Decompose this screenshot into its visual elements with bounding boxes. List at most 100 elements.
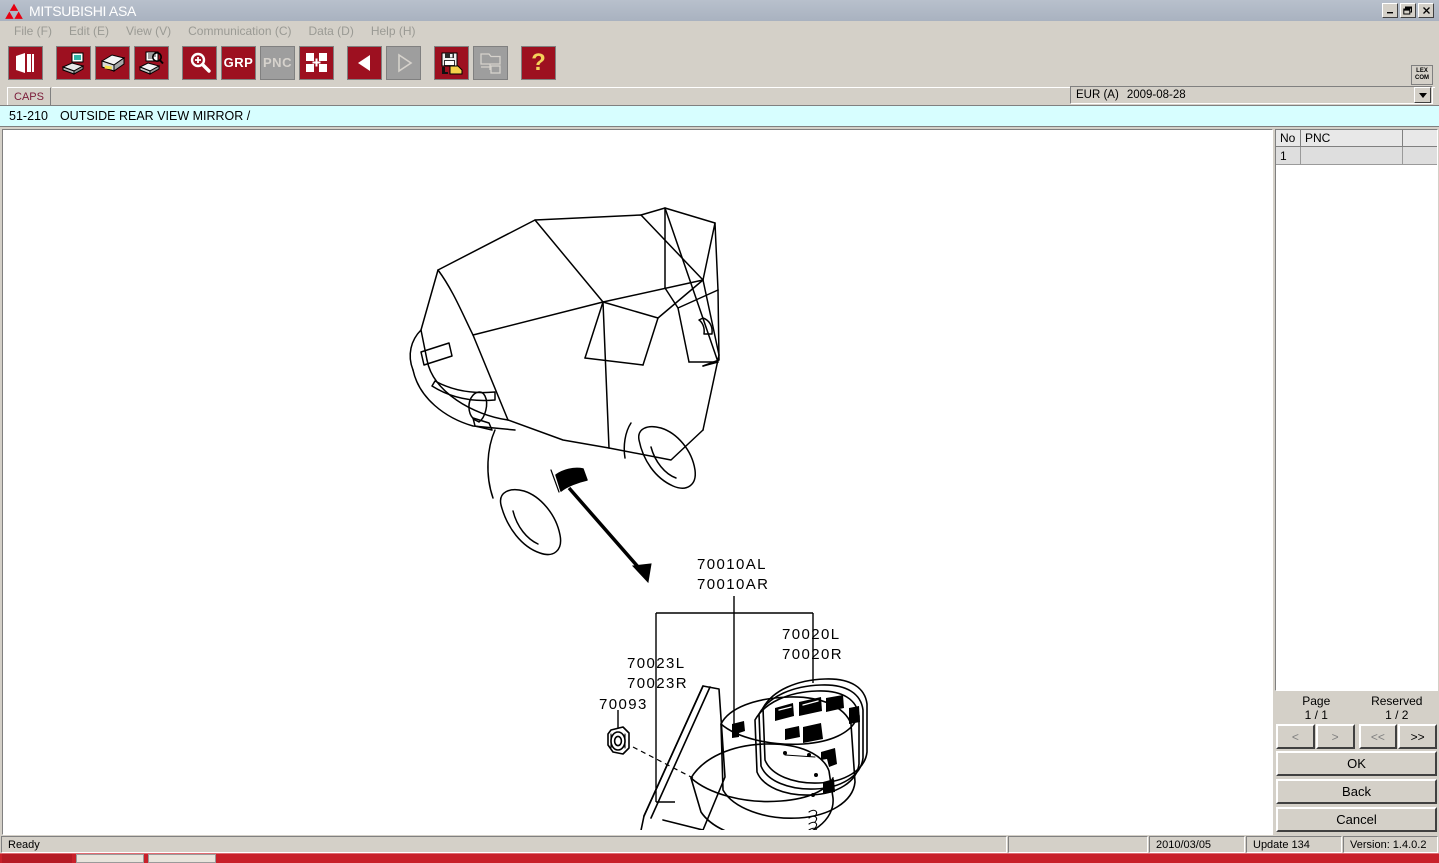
save-button[interactable]	[434, 45, 469, 80]
os-taskbar[interactable]	[0, 853, 1439, 863]
chevron-down-glyph	[1418, 92, 1427, 98]
toolbar: GRP PNC ? LEX COM	[0, 41, 1439, 85]
page-nav-group: < >	[1276, 724, 1355, 749]
column-header-no[interactable]: No	[1276, 130, 1301, 147]
cell-extra	[1403, 147, 1437, 165]
help-button[interactable]: ?	[521, 45, 556, 80]
reserved-label: Reserved	[1371, 694, 1423, 708]
next-page-button[interactable]: >	[1315, 724, 1355, 749]
prev-page-button[interactable]: <	[1276, 724, 1315, 749]
floppy-save-icon	[441, 52, 462, 74]
status-update: Update 134	[1246, 836, 1342, 853]
group-button-label: GRP	[223, 55, 254, 70]
quad-view-button[interactable]	[299, 45, 334, 80]
toolbar-separator-5	[512, 46, 521, 80]
restore-icon	[1403, 6, 1412, 15]
exit-door-icon	[15, 52, 34, 73]
print-preview-button[interactable]	[56, 45, 91, 80]
parts-grid[interactable]: No PNC 1	[1275, 129, 1438, 691]
main-area: 70010AL 70010AR 70020L 70020R 70023L 700…	[0, 127, 1439, 835]
last-page-button[interactable]: >>	[1398, 724, 1437, 749]
taskbar-item-1[interactable]	[76, 854, 144, 863]
start-button[interactable]	[2, 854, 72, 863]
status-date: 2010/03/05	[1149, 836, 1245, 853]
reserved-indicator: Reserved 1 / 2	[1357, 694, 1438, 722]
minimize-icon	[1386, 12, 1393, 14]
back-button[interactable]	[347, 45, 382, 80]
close-button[interactable]	[1418, 3, 1434, 18]
table-row[interactable]: 1	[1276, 147, 1437, 165]
menubar: File (F) Edit (E) View (V) Communication…	[0, 21, 1439, 41]
menu-communication[interactable]: Communication (C)	[180, 22, 300, 40]
callout-70093: 70093	[599, 696, 648, 713]
lexcom-line2: COM	[1415, 75, 1429, 81]
callout-70020R: 70020R	[782, 646, 843, 663]
chevron-down-icon[interactable]	[1414, 87, 1431, 103]
callout-70023R: 70023R	[627, 675, 688, 692]
page-label: Page	[1302, 694, 1331, 708]
print-button[interactable]	[95, 45, 130, 80]
mitsubishi-diamond-logo	[5, 3, 23, 19]
close-icon	[1422, 7, 1430, 14]
toolbar-separator-4	[425, 46, 434, 80]
diagram-canvas[interactable]: 70010AL 70010AR 70020L 70020R 70023L 700…	[2, 129, 1273, 835]
printer-icon	[100, 53, 125, 72]
pager-buttons: < > << >>	[1276, 724, 1437, 751]
taskbar-item-2[interactable]	[148, 854, 216, 863]
statusbar: Ready 2010/03/05 Update 134 Version: 1.4…	[0, 835, 1439, 853]
callout-70010AR: 70010AR	[697, 576, 770, 593]
question-mark-icon: ?	[531, 48, 546, 76]
menu-file[interactable]: File (F)	[6, 22, 61, 40]
callout-70023L: 70023L	[627, 655, 686, 672]
tab-caps[interactable]: CAPS	[7, 87, 51, 105]
triangle-left-icon	[357, 54, 370, 71]
magnifier-plus-icon	[190, 52, 211, 73]
zoom-button[interactable]	[182, 45, 217, 80]
market-code: EUR (A)	[1076, 89, 1119, 101]
status-message: Ready	[1, 836, 1007, 853]
menu-edit[interactable]: Edit (E)	[61, 22, 118, 40]
cancel-button[interactable]: Cancel	[1276, 807, 1437, 832]
menu-help[interactable]: Help (H)	[363, 22, 425, 40]
minimize-button[interactable]	[1382, 3, 1398, 18]
tabrow: CAPS EUR (A) 2009-08-28	[0, 85, 1439, 105]
lexcom-line1: LEX	[1416, 68, 1428, 74]
column-header-pnc[interactable]: PNC	[1301, 130, 1403, 147]
group-button[interactable]: GRP	[221, 45, 256, 80]
market-selector[interactable]: EUR (A) 2009-08-28	[1070, 86, 1433, 104]
pager: Page 1 / 1 Reserved 1 / 2 < > << >> OK B…	[1275, 691, 1438, 835]
market-date: 2009-08-28	[1126, 89, 1186, 101]
ok-button[interactable]: OK	[1276, 751, 1437, 776]
restore-button[interactable]	[1400, 3, 1416, 18]
window-controls	[1382, 3, 1437, 18]
pnc-button-label: PNC	[263, 55, 292, 70]
cell-no: 1	[1276, 147, 1301, 165]
lexcom-indicator[interactable]: LEX COM	[1411, 65, 1433, 85]
column-header-extra[interactable]	[1403, 130, 1437, 147]
toolbar-separator-3	[338, 46, 347, 80]
menu-data[interactable]: Data (D)	[301, 22, 363, 40]
print-preview-icon	[61, 52, 84, 75]
reserved-value: 1 / 2	[1385, 708, 1409, 722]
folder-open-icon	[479, 52, 501, 74]
exit-button[interactable]	[8, 45, 43, 80]
triangle-right-icon	[397, 53, 412, 72]
four-squares-icon	[305, 52, 327, 72]
toolbar-separator	[47, 46, 56, 80]
breadcrumb-code: 51-210	[9, 109, 48, 123]
print-search-icon	[138, 51, 164, 75]
open-button[interactable]	[473, 45, 508, 80]
print-search-button[interactable]	[134, 45, 169, 80]
application-window: MITSUBISHI ASA File (F) Edit (E) View (V…	[0, 0, 1439, 863]
parts-diagram	[409, 207, 868, 830]
parts-grid-header: No PNC	[1276, 130, 1437, 147]
menu-view[interactable]: View (V)	[118, 22, 180, 40]
page-value: 1 / 1	[1304, 708, 1328, 722]
back-button-panel[interactable]: Back	[1276, 779, 1437, 804]
pnc-button[interactable]: PNC	[260, 45, 295, 80]
forward-button[interactable]	[386, 45, 421, 80]
toolbar-separator-2	[173, 46, 182, 80]
first-page-button[interactable]: <<	[1358, 724, 1398, 749]
cell-pnc	[1301, 147, 1403, 165]
pager-labels: Page 1 / 1 Reserved 1 / 2	[1276, 694, 1437, 724]
